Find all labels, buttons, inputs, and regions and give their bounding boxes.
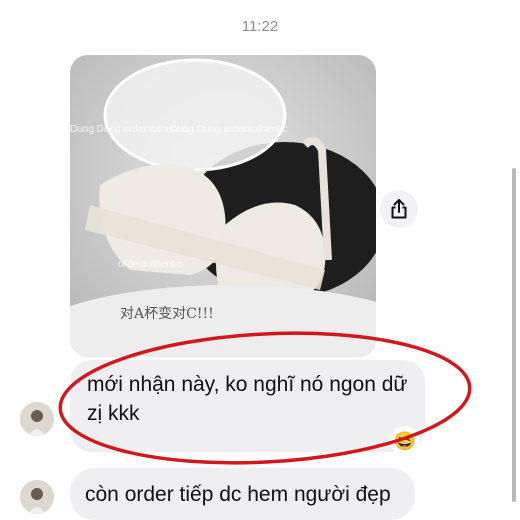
- photo-message[interactable]: 对A杯变对C!!! Dung Dung orderauthentic Dung …: [70, 55, 376, 357]
- message-bubble[interactable]: còn order tiếp dc hem người đẹp: [70, 468, 415, 520]
- share-button[interactable]: [380, 190, 418, 228]
- laughing-emoji-icon: 😆: [393, 430, 417, 451]
- scrollbar[interactable]: [512, 168, 516, 502]
- reaction-badge[interactable]: 😆: [392, 428, 418, 454]
- share-icon: [391, 199, 407, 219]
- message-text: còn order tiếp dc hem người đẹp: [85, 483, 391, 506]
- watermark: orderauthentic: [118, 259, 182, 270]
- product-photo: 对A杯变对C!!! Dung Dung orderauthentic Dung …: [70, 55, 376, 357]
- message-bubble[interactable]: mới nhận này, ko nghĩ nó ngon dữ zị kkk: [70, 360, 425, 452]
- box-text: 对A杯变对C!!!: [120, 306, 214, 322]
- message-text-line: mới nhận này, ko nghĩ nó ngon dữ: [87, 373, 408, 396]
- watermark: Dung Dung orderauthentic: [170, 124, 287, 135]
- timestamp: 11:22: [241, 18, 279, 35]
- avatar[interactable]: [20, 480, 54, 514]
- avatar[interactable]: [20, 402, 54, 436]
- message-text-line: zị kkk: [87, 402, 140, 425]
